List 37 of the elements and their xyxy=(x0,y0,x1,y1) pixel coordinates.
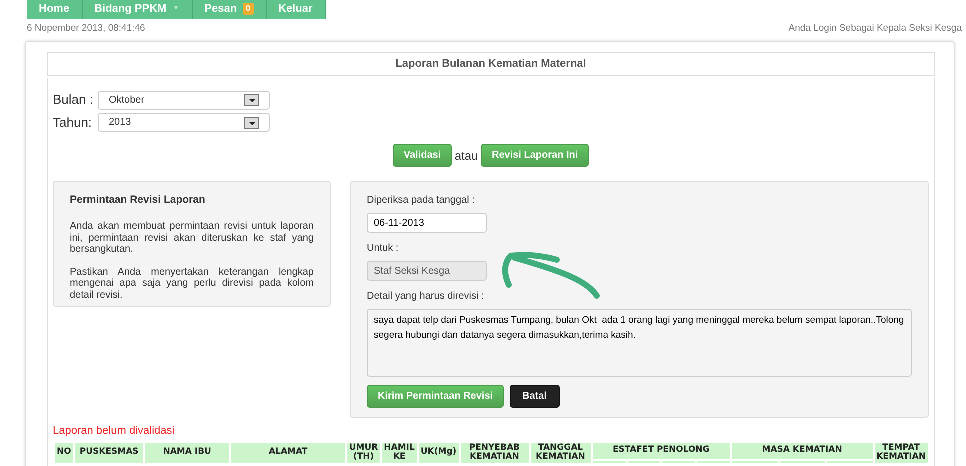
submit-revision-button[interactable]: Kirim Permintaan Revisi xyxy=(367,385,504,408)
column-header: NAMA IBU xyxy=(144,442,230,464)
message-count: 0 xyxy=(243,3,254,16)
status-text: Laporan belum divalidasi xyxy=(53,424,176,440)
cancel-button[interactable]: Batal xyxy=(510,385,560,408)
or-text: atau xyxy=(454,148,478,165)
column-header: NO xyxy=(54,442,74,464)
date-field[interactable]: 06-11-2013 xyxy=(367,213,487,234)
field-label: Untuk : xyxy=(367,242,400,256)
column-header: PENYEBAB KEMATIAN xyxy=(460,442,530,464)
filter-label: Bulan : xyxy=(53,91,94,110)
column-header: ALAMAT xyxy=(230,442,346,464)
select-field[interactable]: Oktober xyxy=(98,90,270,110)
nav-link[interactable]: Keluar xyxy=(266,0,326,18)
filter-label: Tahun: xyxy=(53,114,94,132)
validate-button[interactable]: Validasi xyxy=(392,144,452,168)
date-time: 6 Nopember 2013, 08:41:46 xyxy=(27,22,146,36)
login-info: Anda Login Sebagai Kepala Seksi Kesga xyxy=(788,22,962,36)
column-header: TEMPAT KEMATIAN xyxy=(874,442,929,464)
column-header: PUSKESMAS xyxy=(74,442,144,464)
column-header: TANGGAL KEMATIAN xyxy=(530,442,592,464)
select-field[interactable]: 2013 xyxy=(98,113,270,132)
column-header: UK(Mg) xyxy=(418,442,460,464)
info-paragraph: Anda akan membuat permintaan revisi untuk laporan ini, permintaan revisi akan diteruskan ke staf yang bersangkutan. xyxy=(70,221,314,256)
revise-button[interactable]: Revisi Laporan Ini xyxy=(480,144,590,168)
detail-textarea[interactable]: saya dapat telp dari Puskesmas Tumpang, bulan Okt ada 1 orang lagi yang meninggal mereka belum sempat laporan..Tolong segera hubungi dan datanya segera dimasukkan,terima kasih. xyxy=(367,309,912,378)
column-header: HAMIL KE xyxy=(381,442,418,464)
field-label: Diperiksa pada tanggal : xyxy=(367,194,476,208)
nav-link[interactable]: Pesan 0 xyxy=(192,0,266,18)
nav-link[interactable]: Home xyxy=(27,0,83,18)
column-header: UMUR (TH) xyxy=(346,442,382,464)
column-header: MASA KEMATIAN xyxy=(731,442,874,460)
column-header: ESTAFET PENOLONG xyxy=(592,442,732,460)
info-paragraph: Pastikan Anda menyertakan keterangan lengkap mengenai apa saja yang perlu direvisi pada kolom detail revisi. xyxy=(70,266,314,301)
field-label: Detail yang harus direvisi : xyxy=(367,290,486,304)
report-title: Laporan Bulanan Kematian Maternal xyxy=(47,52,935,76)
info-heading: Permintaan Revisi Laporan xyxy=(70,193,206,208)
